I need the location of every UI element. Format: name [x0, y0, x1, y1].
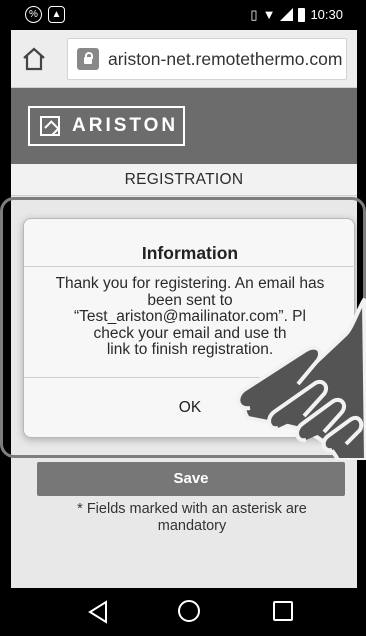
dialog-title-divider	[24, 266, 356, 267]
battery-icon	[298, 7, 306, 22]
url-text: ariston-net.remotethermo.com	[108, 48, 343, 69]
wifi-icon: ▼	[262, 7, 276, 22]
recent-apps-icon[interactable]	[273, 601, 293, 621]
pointing-hand-icon	[236, 298, 366, 460]
home-button[interactable]	[21, 46, 47, 72]
address-bar[interactable]: ariston-net.remotethermo.com	[67, 38, 347, 80]
ariston-house-icon	[40, 116, 60, 136]
save-button[interactable]: Save	[37, 462, 345, 496]
android-nav-bar	[11, 588, 357, 636]
ariston-logo[interactable]: ARISTON	[28, 106, 185, 146]
signal-icon	[280, 8, 294, 21]
lock-icon	[77, 48, 99, 70]
gallery-icon: ▲	[48, 6, 65, 23]
home-icon	[23, 47, 45, 71]
dialog-title: Information	[141, 243, 239, 263]
nav-home-icon[interactable]	[178, 600, 200, 622]
back-icon[interactable]	[87, 600, 109, 624]
status-right: ▯ ▼ 10:30	[250, 7, 343, 22]
logo-text: ARISTON	[72, 115, 179, 136]
site-header: ARISTON	[11, 88, 357, 164]
browser-toolbar: ariston-net.remotethermo.com	[11, 30, 357, 88]
status-time: 10:30	[310, 7, 343, 22]
status-bar: % ▲ ▯ ▼ 10:30	[11, 0, 357, 30]
vibrate-icon: ▯	[250, 7, 258, 22]
status-notification-icon: %	[25, 6, 42, 23]
mandatory-footnote: * Fields marked with an asterisk are man…	[77, 501, 307, 534]
page-title: REGISTRATION	[11, 164, 357, 196]
status-left: % ▲	[25, 6, 65, 23]
